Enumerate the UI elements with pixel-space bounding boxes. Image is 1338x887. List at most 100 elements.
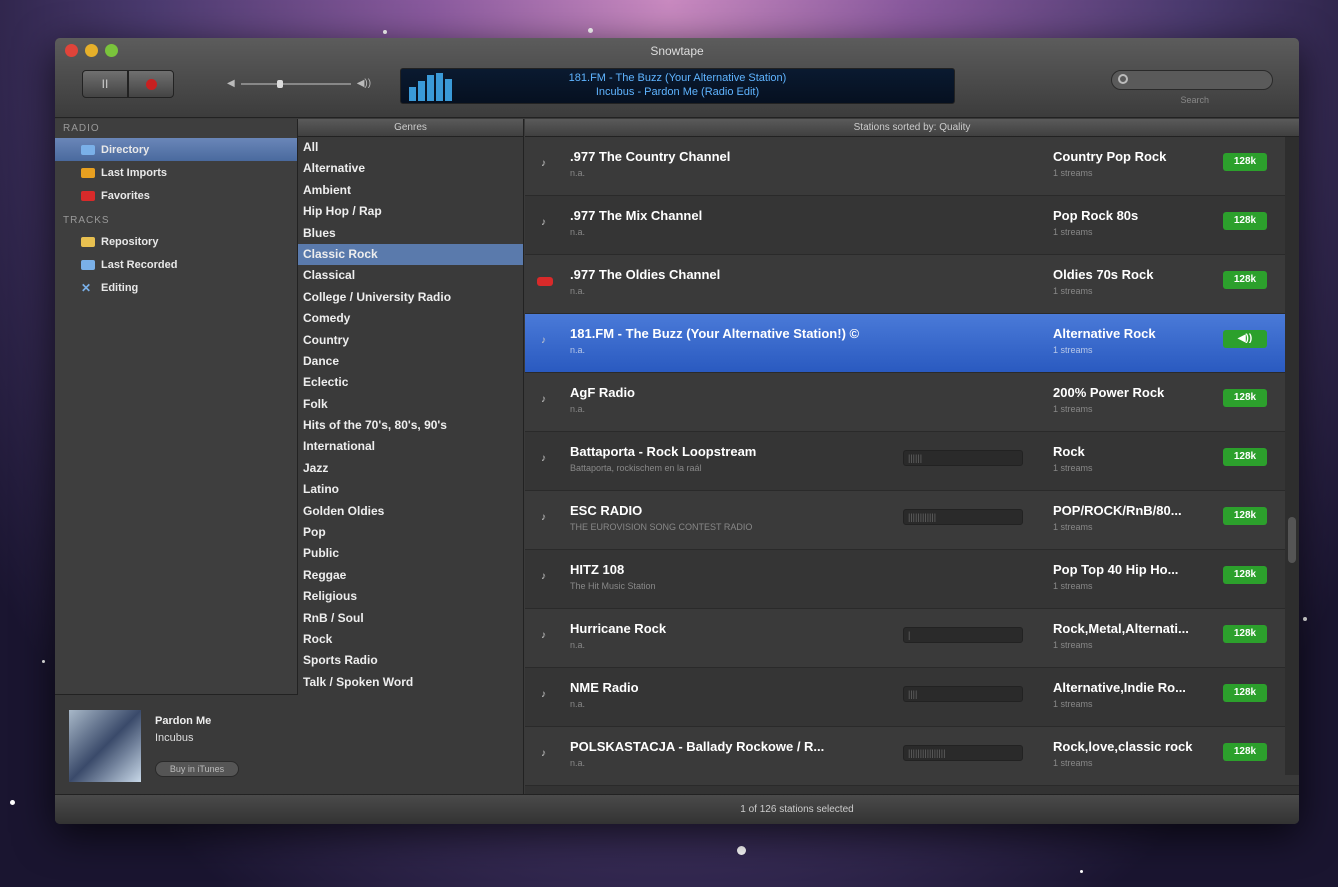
sidebar-item-last-imports[interactable]: Last Imports xyxy=(55,161,297,184)
volume-control: ◀ ◀)) xyxy=(227,78,371,89)
sidebar: RADIO Directory Last Imports Favorites T… xyxy=(55,119,298,794)
snowtape-window: Snowtape II ◀ ◀)) 181.FM - The Buzz (You… xyxy=(55,38,1299,824)
station-description: Battaporta, rockischem en la raál xyxy=(570,463,702,473)
music-note-icon: ♪ xyxy=(541,217,546,228)
station-name: HITZ 108 xyxy=(570,562,625,577)
recording-level-bar: |||||| xyxy=(903,450,1023,466)
station-description: n.a. xyxy=(570,404,586,414)
scrollbar-thumb[interactable] xyxy=(1288,517,1296,563)
station-streams: 1 streams xyxy=(1053,522,1093,532)
genre-item[interactable]: Public xyxy=(298,543,523,564)
station-name: .977 The Mix Channel xyxy=(570,208,703,223)
station-row[interactable]: ♪ 181.FM - The Buzz (Your Alternative Sta… xyxy=(525,314,1299,373)
genres-header[interactable]: Genres xyxy=(298,119,523,137)
station-name: Hurricane Rock xyxy=(570,621,667,636)
music-note-icon: ♪ xyxy=(541,453,546,464)
quality-badge: 128k xyxy=(1223,566,1267,584)
search-field[interactable] xyxy=(1111,70,1273,90)
genre-item[interactable]: Pop xyxy=(298,522,523,543)
genre-item[interactable]: Dance xyxy=(298,351,523,372)
sidebar-item-last-recorded[interactable]: Last Recorded xyxy=(55,253,297,276)
station-genre: Rock xyxy=(1053,444,1085,459)
station-row[interactable]: ♪ HITZ 108 The Hit Music Station Pop Top 40… xyxy=(525,550,1299,609)
station-genre: Alternative Rock xyxy=(1053,326,1156,341)
stations-scrollbar[interactable] xyxy=(1285,137,1299,775)
station-streams: 1 streams xyxy=(1053,404,1093,414)
recording-level-bar: |||||||||||| xyxy=(903,509,1023,525)
genre-item[interactable]: Hits of the 70's, 80's, 90's xyxy=(298,415,523,436)
genre-item[interactable]: Folk xyxy=(298,394,523,415)
station-name: Battaporta - Rock Loopstream xyxy=(570,444,757,459)
radio-section-header: RADIO xyxy=(63,123,100,134)
station-row[interactable]: ♪ Battaporta - Rock Loopstream Battaporta,… xyxy=(525,432,1299,491)
genre-item[interactable]: International xyxy=(298,436,523,457)
search-input[interactable] xyxy=(1132,72,1262,90)
genre-item[interactable]: Sports Radio xyxy=(298,650,523,671)
genre-item[interactable]: Hip Hop / Rap xyxy=(298,201,523,222)
genre-item[interactable]: All xyxy=(298,137,523,158)
directory-icon xyxy=(81,144,95,155)
station-name: 181.FM - The Buzz (Your Alternative Stat… xyxy=(570,326,860,341)
search-icon xyxy=(1118,74,1128,84)
genre-item[interactable]: Religious xyxy=(298,586,523,607)
volume-slider[interactable] xyxy=(240,79,351,88)
station-name: NME Radio xyxy=(570,680,639,695)
genre-item[interactable]: Ambient xyxy=(298,180,523,201)
lcd-station: 181.FM - The Buzz (Your Alternative Stat… xyxy=(568,72,787,84)
favorite-heart-icon[interactable] xyxy=(537,277,553,286)
scissors-icon: ✕ xyxy=(81,280,92,295)
music-note-icon: ♪ xyxy=(541,689,546,700)
station-row[interactable]: ♪ AgF Radio n.a. 200% Power Rock 1 streams 12… xyxy=(525,373,1299,432)
genres-list: Genres All Alternative Ambient Hip Hop / Ra… xyxy=(298,119,524,794)
level-meter-icon xyxy=(405,73,453,101)
sidebar-item-editing[interactable]: ✕ Editing xyxy=(55,276,297,299)
station-row[interactable]: ♪ .977 The Mix Channel n.a. Pop Rock 80s 1 s… xyxy=(525,196,1299,255)
station-name: ESC RADIO xyxy=(570,503,643,518)
station-row[interactable]: ♪ POLSKASTACJA - Ballady Rockowe / R... n.… xyxy=(525,727,1299,786)
sidebar-item-repository[interactable]: Repository xyxy=(55,230,297,253)
heart-icon xyxy=(81,190,95,201)
buy-in-itunes-button[interactable]: Buy in iTunes xyxy=(155,761,239,777)
genre-item[interactable]: Talk / Spoken Word xyxy=(298,672,523,693)
sidebar-item-directory[interactable]: Directory xyxy=(55,138,297,161)
genre-item[interactable]: Reggae xyxy=(298,565,523,586)
station-genre: Oldies 70s Rock xyxy=(1053,267,1154,282)
music-note-icon: ♪ xyxy=(541,630,546,641)
tracks-section-header: TRACKS xyxy=(63,215,110,226)
station-description: n.a. xyxy=(570,227,586,237)
station-row[interactable]: ♪ NME Radio n.a. |||| Alternative,Indie Ro..… xyxy=(525,668,1299,727)
station-row[interactable]: ♪ ESC RADIO THE EUROVISION SONG CONTEST RA… xyxy=(525,491,1299,550)
genre-item[interactable]: RnB / Soul xyxy=(298,608,523,629)
genre-item[interactable]: Alternative xyxy=(298,158,523,179)
record-button[interactable] xyxy=(128,70,174,98)
genre-item[interactable]: Comedy xyxy=(298,308,523,329)
station-row[interactable]: ♪ .977 The Country Channel n.a. Country Pop… xyxy=(525,137,1299,196)
pause-button[interactable]: II xyxy=(82,70,128,98)
record-icon xyxy=(145,78,157,90)
quality-badge: 128k xyxy=(1223,389,1267,407)
genre-item[interactable]: Golden Oldies xyxy=(298,501,523,522)
genre-item[interactable]: Classic Rock xyxy=(298,243,523,266)
genre-item[interactable]: Rock xyxy=(298,629,523,650)
genre-item[interactable]: Jazz xyxy=(298,458,523,479)
station-genre: Rock,Metal,Alternati... xyxy=(1053,621,1189,636)
stations-sort-header[interactable]: Stations sorted by: Quality xyxy=(525,119,1299,137)
genre-item[interactable]: Country xyxy=(298,330,523,351)
station-streams: 1 streams xyxy=(1053,758,1093,768)
recorded-icon xyxy=(81,259,95,270)
genre-item[interactable]: Eclectic xyxy=(298,372,523,393)
station-row[interactable]: ♪ Hurricane Rock n.a. | Rock,Metal,Alternati… xyxy=(525,609,1299,668)
genre-item[interactable]: College / University Radio xyxy=(298,287,523,308)
titlebar: Snowtape II ◀ ◀)) 181.FM - The Buzz (You… xyxy=(55,38,1299,118)
station-genre: Pop Rock 80s xyxy=(1053,208,1139,223)
sidebar-item-favorites[interactable]: Favorites xyxy=(55,184,297,207)
genre-item[interactable]: Latino xyxy=(298,479,523,500)
genre-item[interactable]: Blues xyxy=(298,223,523,244)
genre-item[interactable]: Classical xyxy=(298,265,523,286)
volume-knob[interactable] xyxy=(276,79,283,88)
recording-level-bar: |||| xyxy=(903,686,1023,702)
station-row[interactable]: .977 The Oldies Channel n.a. Oldies 70s Ro… xyxy=(525,255,1299,314)
quality-badge: ◀)) xyxy=(1223,330,1267,348)
station-streams: 1 streams xyxy=(1053,168,1093,178)
music-note-icon: ♪ xyxy=(541,571,546,582)
